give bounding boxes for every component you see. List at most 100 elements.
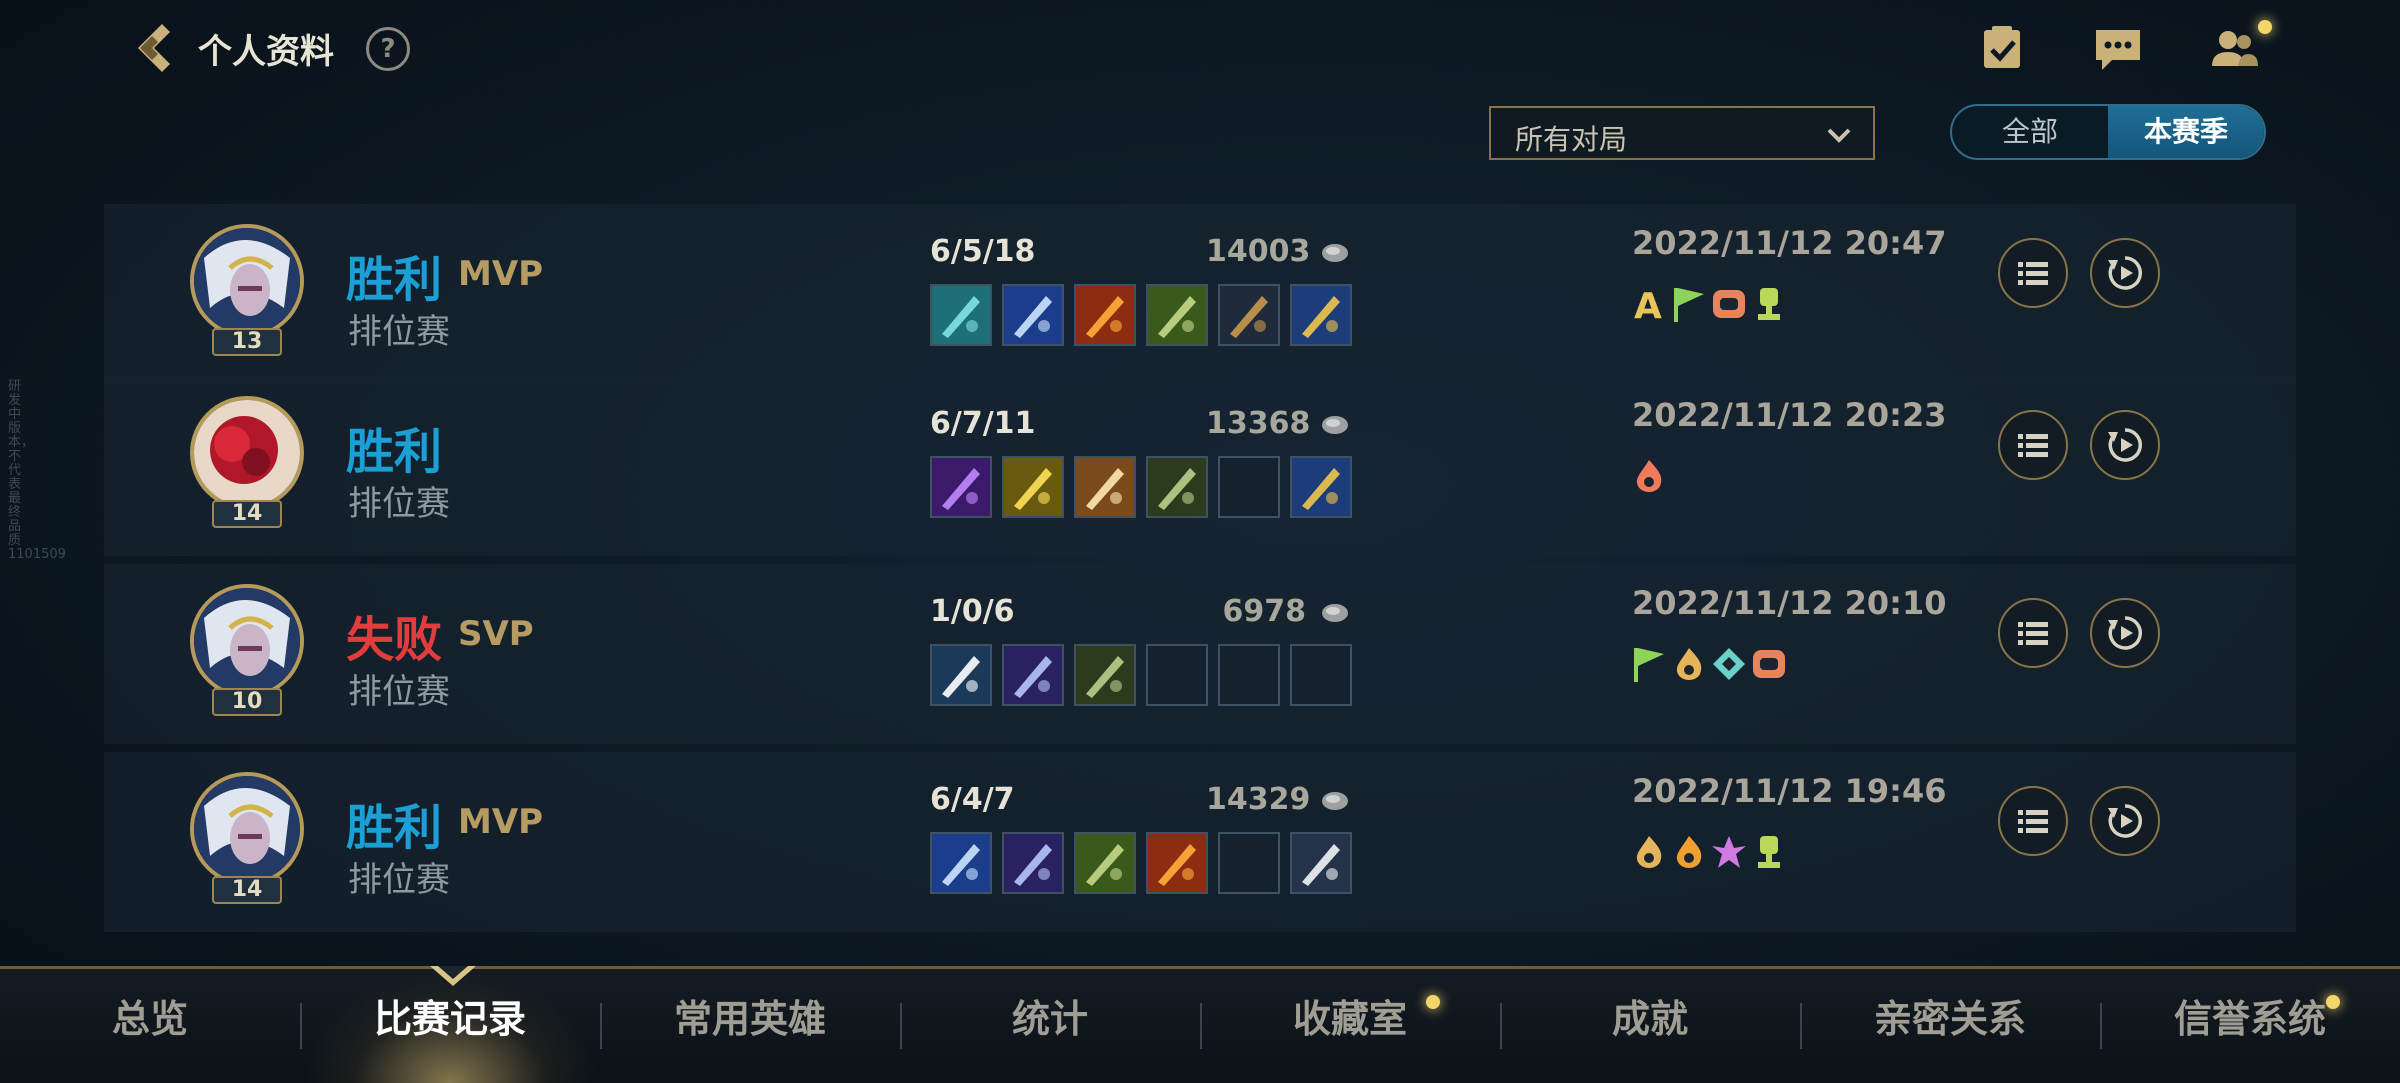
chain-icon bbox=[1750, 644, 1788, 684]
match-datetime: 2022/11/12 19:46 bbox=[1632, 772, 1947, 810]
friends-icon[interactable] bbox=[2208, 22, 2260, 74]
tab-6[interactable]: 亲密关系 bbox=[1800, 969, 2100, 1083]
empty-item-slot[interactable] bbox=[1146, 644, 1208, 706]
tab-5[interactable]: 成就 bbox=[1500, 969, 1800, 1083]
tab-divider bbox=[600, 1003, 602, 1049]
item-golden-trinket-icon[interactable] bbox=[1290, 284, 1352, 346]
item-blue-blade-icon[interactable] bbox=[930, 832, 992, 894]
season-toggle: 全部 本赛季 bbox=[1950, 104, 2266, 160]
item-green-claw-icon[interactable] bbox=[1074, 832, 1136, 894]
tab-divider bbox=[300, 1003, 302, 1049]
gold-icon bbox=[1322, 244, 1348, 262]
tasks-icon[interactable] bbox=[1976, 22, 2028, 74]
item-white-shard-icon[interactable] bbox=[1290, 832, 1352, 894]
flame-hand-icon bbox=[1630, 832, 1668, 872]
match-result: 失败 bbox=[346, 612, 443, 668]
match-replay-button[interactable] bbox=[2090, 410, 2160, 480]
item-bow-icon[interactable] bbox=[1218, 284, 1280, 346]
match-details-button[interactable] bbox=[1998, 786, 2068, 856]
kda-score: 6/5/18 bbox=[930, 234, 1036, 269]
tab-divider bbox=[2100, 1003, 2102, 1049]
build-watermark: 研发中版本，不代表最终品质 1101509 bbox=[8, 379, 66, 562]
tab-notification-dot bbox=[1426, 995, 1440, 1009]
list-icon bbox=[2018, 810, 2048, 833]
tab-divider bbox=[1500, 1003, 1502, 1049]
item-purple-shuriken-icon[interactable] bbox=[1002, 644, 1064, 706]
item-yellow-shield-icon[interactable] bbox=[1002, 456, 1064, 518]
empty-item-slot[interactable] bbox=[1290, 644, 1352, 706]
friends-notification-dot bbox=[2258, 20, 2272, 34]
match-result: 胜利 bbox=[346, 424, 443, 480]
item-green-claw-icon[interactable] bbox=[1146, 284, 1208, 346]
tab-divider bbox=[1800, 1003, 1802, 1049]
bottom-tab-bar: 总览 比赛记录 常用英雄 统计 收藏室 成就 亲密关系 信誉系统 bbox=[0, 966, 2400, 1083]
list-icon bbox=[2018, 622, 2048, 645]
item-purple-sword-icon[interactable] bbox=[930, 456, 992, 518]
tab-2[interactable]: 常用英雄 bbox=[600, 969, 900, 1083]
match-datetime: 2022/11/12 20:23 bbox=[1632, 396, 1947, 434]
item-purple-shuriken-icon[interactable] bbox=[1002, 832, 1064, 894]
flag-icon bbox=[1670, 284, 1708, 324]
tab-notification-dot bbox=[2326, 995, 2340, 1009]
empty-item-slot[interactable] bbox=[1218, 644, 1280, 706]
chevron-down-icon bbox=[1827, 128, 1851, 143]
tab-0[interactable]: 总览 bbox=[0, 969, 300, 1083]
item-golden-trinket-icon[interactable] bbox=[1290, 456, 1352, 518]
toggle-all[interactable]: 全部 bbox=[1952, 106, 2108, 158]
fire-icon bbox=[1670, 832, 1708, 872]
chat-icon[interactable] bbox=[2092, 22, 2144, 74]
toggle-this-season[interactable]: 本赛季 bbox=[2108, 106, 2264, 158]
match-result: 胜利 bbox=[346, 800, 443, 856]
empty-item-slot[interactable] bbox=[1218, 832, 1280, 894]
item-green-spear-icon[interactable] bbox=[1074, 644, 1136, 706]
match-row[interactable]: 10 失败 SVP 排位赛 1/0/6 6978 2022/11/12 20:10 bbox=[104, 564, 2296, 744]
match-row[interactable]: 13 胜利 MVP 排位赛 6/5/18 14003 2022/11/12 20:47 A bbox=[104, 204, 2296, 384]
champion-level-badge: 14 bbox=[212, 876, 282, 904]
replay-icon bbox=[2108, 804, 2142, 838]
match-result: 胜利 bbox=[346, 252, 443, 308]
match-details-button[interactable] bbox=[1998, 410, 2068, 480]
champion-level-badge: 13 bbox=[212, 328, 282, 356]
empty-item-slot[interactable] bbox=[1218, 456, 1280, 518]
match-datetime: 2022/11/12 20:47 bbox=[1632, 224, 1947, 262]
match-replay-button[interactable] bbox=[2090, 598, 2160, 668]
item-flame-cleaver-icon[interactable] bbox=[1074, 284, 1136, 346]
page-title: 个人资料 bbox=[198, 32, 334, 72]
champion-avatar bbox=[190, 584, 304, 698]
tab-4[interactable]: 收藏室 bbox=[1200, 969, 1500, 1083]
tab-7[interactable]: 信誉系统 bbox=[2100, 969, 2400, 1083]
replay-icon bbox=[2108, 428, 2142, 462]
demon-icon bbox=[1630, 456, 1668, 496]
replay-icon bbox=[2108, 616, 2142, 650]
game-mode: 排位赛 bbox=[348, 312, 450, 352]
tab-divider bbox=[900, 1003, 902, 1049]
item-blue-blade-icon[interactable] bbox=[1002, 284, 1064, 346]
item-cyan-relic-icon[interactable] bbox=[930, 284, 992, 346]
flame-hand-icon bbox=[1670, 644, 1708, 684]
item-ice-blade-icon[interactable] bbox=[930, 644, 992, 706]
game-mode: 排位赛 bbox=[348, 672, 450, 712]
gold-earned: 6978 bbox=[1222, 594, 1307, 629]
game-mode: 排位赛 bbox=[348, 484, 450, 524]
champion-level-badge: 10 bbox=[212, 688, 282, 716]
match-row[interactable]: 14 胜利 排位赛 6/7/11 13368 2022/11/12 20:23 bbox=[104, 376, 2296, 556]
match-replay-button[interactable] bbox=[2090, 786, 2160, 856]
match-row[interactable]: 14 胜利 MVP 排位赛 6/4/7 14329 2022/11/12 19:46 bbox=[104, 752, 2296, 932]
champion-avatar bbox=[190, 772, 304, 886]
kda-score: 1/0/6 bbox=[930, 594, 1015, 629]
item-radiant-wings-icon[interactable] bbox=[1074, 456, 1136, 518]
help-icon[interactable]: ? bbox=[366, 27, 410, 71]
gold-earned: 14329 bbox=[1206, 782, 1311, 817]
match-details-button[interactable] bbox=[1998, 598, 2068, 668]
cross-icon bbox=[1710, 832, 1748, 872]
match-filter-dropdown[interactable]: 所有对局 bbox=[1489, 106, 1875, 160]
champion-avatar bbox=[190, 396, 304, 510]
item-flame-cleaver-icon[interactable] bbox=[1146, 832, 1208, 894]
match-replay-button[interactable] bbox=[2090, 238, 2160, 308]
tab-3[interactable]: 统计 bbox=[900, 969, 1200, 1083]
diamond-icon bbox=[1710, 644, 1748, 684]
back-icon[interactable] bbox=[124, 18, 184, 78]
match-details-button[interactable] bbox=[1998, 238, 2068, 308]
performance-badge: MVP bbox=[458, 802, 544, 842]
item-green-spear-icon[interactable] bbox=[1146, 456, 1208, 518]
